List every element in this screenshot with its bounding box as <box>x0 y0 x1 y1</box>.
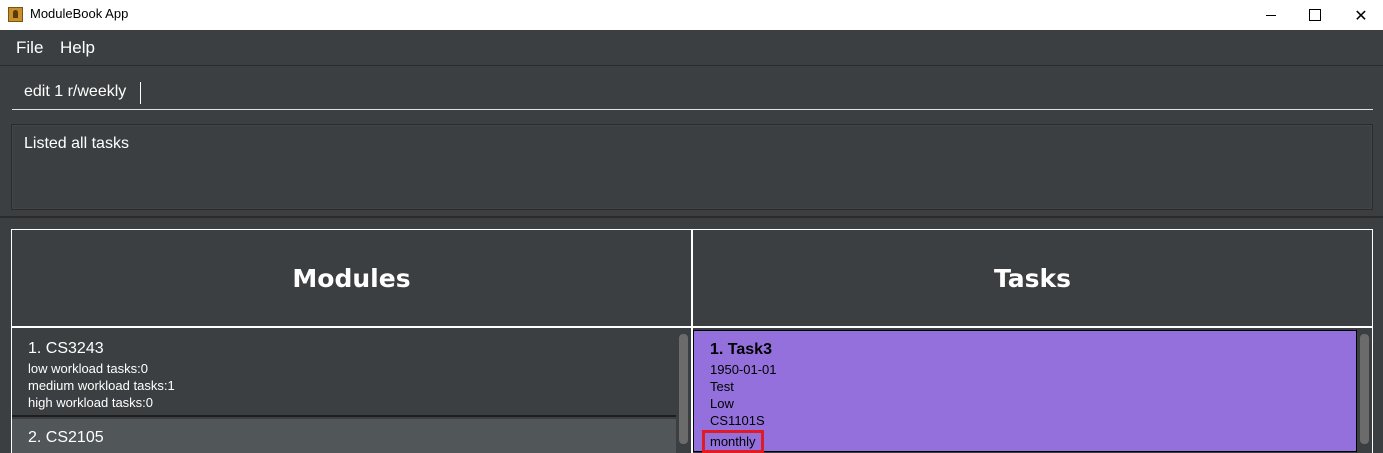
task-list[interactable]: 1. Task3 1950-01-01 Test Low CS1101S mon… <box>693 330 1372 453</box>
task-recurrence-highlighted: monthly <box>702 430 764 453</box>
modules-header: Modules <box>12 230 691 328</box>
task-workload: Low <box>710 396 734 411</box>
menu-file[interactable]: File <box>16 38 43 58</box>
close-icon[interactable]: ✕ <box>1338 0 1383 30</box>
menu-bar: File Help <box>0 30 1383 66</box>
task-card-selected[interactable]: 1. Task3 1950-01-01 Test Low CS1101S mon… <box>693 330 1357 453</box>
module-high-workload: high workload tasks:0 <box>28 395 154 410</box>
text-caret <box>140 82 141 104</box>
module-medium-workload: medium workload tasks:1 <box>28 378 175 393</box>
scroll-thumb[interactable] <box>1360 334 1369 444</box>
maximize-icon[interactable] <box>1292 0 1338 30</box>
module-title: 2. CS2105 <box>28 429 104 446</box>
window-title: ModuleBook App <box>30 6 129 21</box>
app-icon <box>8 7 23 22</box>
module-card[interactable]: 1. CS3243 low workload tasks:0 medium wo… <box>12 330 676 417</box>
title-bar: ModuleBook App ✕ <box>0 0 1383 30</box>
minimize-icon[interactable] <box>1248 0 1294 30</box>
task-list-scrollbar[interactable] <box>1359 332 1370 452</box>
modules-panel: Modules 1. CS3243 low workload tasks:0 m… <box>11 229 692 453</box>
result-message: Listed all tasks <box>24 135 129 152</box>
task-title: 1. Task3 <box>710 341 772 358</box>
module-low-workload: low workload tasks:0 <box>28 361 148 376</box>
module-list-scrollbar[interactable] <box>678 332 689 452</box>
result-display: Listed all tasks <box>11 124 1373 210</box>
scroll-thumb[interactable] <box>679 334 688 444</box>
task-date: 1950-01-01 <box>710 362 777 377</box>
menu-help[interactable]: Help <box>60 38 95 58</box>
command-box <box>12 72 1373 110</box>
task-description: Test <box>710 379 734 394</box>
tasks-panel: Tasks 1. Task3 1950-01-01 Test Low CS110… <box>692 229 1373 453</box>
divider <box>0 216 1383 218</box>
task-module-code: CS1101S <box>710 413 765 428</box>
modules-title: Modules <box>292 263 411 293</box>
command-input[interactable] <box>12 78 1373 106</box>
module-card[interactable]: 2. CS2105 <box>12 419 676 453</box>
module-list[interactable]: 1. CS3243 low workload tasks:0 medium wo… <box>12 330 691 453</box>
tasks-header: Tasks <box>693 230 1372 328</box>
module-title: 1. CS3243 <box>28 340 104 357</box>
tasks-title: Tasks <box>993 263 1072 293</box>
